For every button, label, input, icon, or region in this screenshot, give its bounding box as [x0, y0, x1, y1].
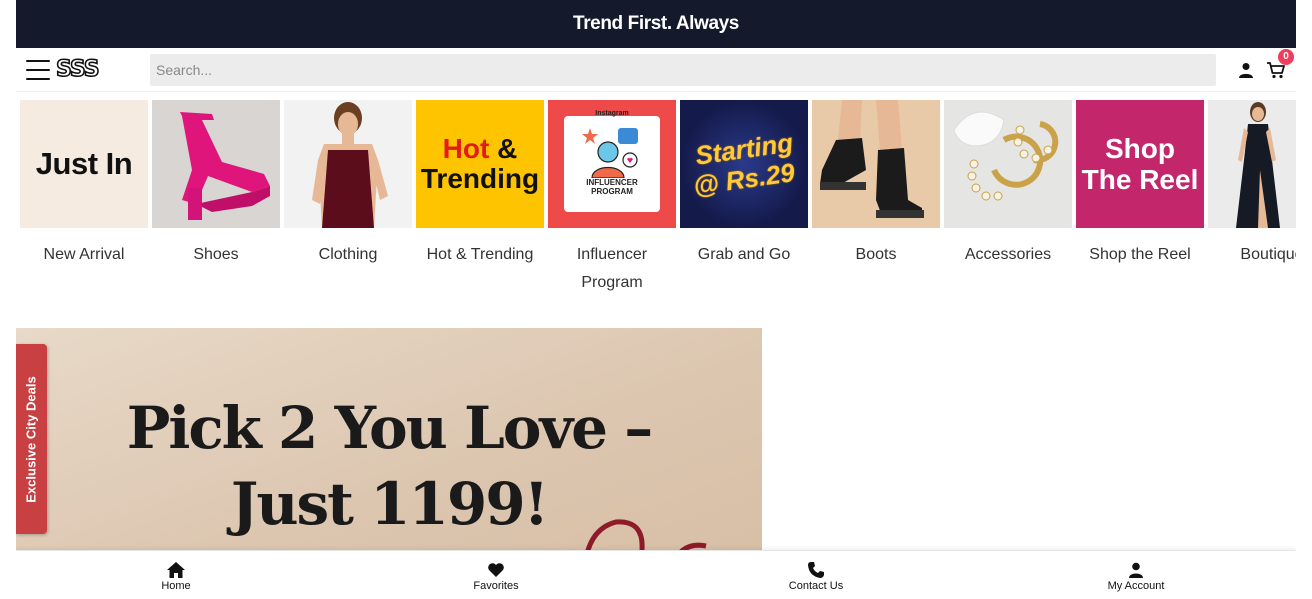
category-label: Influencer Program	[576, 246, 648, 291]
tile-text: Just In	[35, 146, 133, 181]
category-carousel: Just In New Arrival Shoes Clothing Hot &…	[20, 100, 1296, 297]
user-icon	[1129, 562, 1143, 578]
category-label: Boutique	[1240, 246, 1296, 263]
nav-contact[interactable]: Contact Us	[656, 551, 976, 599]
nav-label: Contact Us	[788, 580, 844, 592]
tile-text: Hot	[442, 133, 490, 164]
category-grab-and-go[interactable]: Starting @ Rs.29 Grab and Go	[680, 100, 808, 297]
category-accessories[interactable]: Accessories	[944, 100, 1072, 297]
influencer-card: Instagram INFLUENCER PROGRAM	[564, 110, 660, 212]
bottom-navigation: Home Favorites Contact Us My Account	[16, 550, 1296, 599]
announcement-bar: Trend First. Always	[16, 0, 1296, 48]
category-clothing[interactable]: Clothing	[284, 100, 412, 297]
category-boutique[interactable]: Boutique	[1208, 100, 1296, 297]
clothing-image	[284, 100, 412, 228]
influencer-icon	[582, 128, 638, 178]
header-icons: 0	[1238, 48, 1294, 79]
category-tile-image	[944, 100, 1072, 228]
category-tile-image	[812, 100, 940, 228]
cart-icon[interactable]: 0	[1266, 48, 1294, 79]
tile-text: PROGRAM	[591, 187, 633, 196]
category-tile-image: Shop The Reel	[1076, 100, 1204, 228]
category-label: Shop the Reel	[1089, 246, 1191, 263]
shoes-image	[152, 100, 280, 228]
menu-icon[interactable]	[26, 59, 50, 80]
announcement-text: Trend First. Always	[573, 13, 739, 34]
nav-home[interactable]: Home	[16, 551, 336, 599]
category-tile-image	[152, 100, 280, 228]
category-tile-image: Just In	[20, 100, 148, 228]
promo-banner[interactable]: Pick 2 You Love – Just 1199!	[16, 328, 762, 558]
category-influencer-program[interactable]: Instagram INFLUENCER PROGRAM Influencer …	[548, 100, 676, 297]
category-label: Grab and Go	[697, 246, 791, 263]
banner-line-2: Just 1199!	[230, 470, 549, 538]
category-new-arrival[interactable]: Just In New Arrival	[20, 100, 148, 297]
tile-text: INFLUENCER	[586, 178, 638, 187]
category-shop-the-reel[interactable]: Shop The Reel Shop the Reel	[1076, 100, 1204, 297]
accessories-image	[944, 100, 1072, 228]
tile-text: Instagram	[595, 110, 629, 117]
tile-text: Shop	[1105, 133, 1175, 164]
category-shoes[interactable]: Shoes	[152, 100, 280, 297]
category-tile-image	[1208, 100, 1296, 228]
cart-count-badge: 0	[1278, 48, 1294, 65]
phone-icon	[808, 562, 824, 578]
heart-icon	[488, 563, 504, 577]
category-label: Clothing	[318, 246, 378, 263]
account-icon[interactable]	[1238, 62, 1254, 78]
nav-label: My Account	[1107, 580, 1165, 592]
search-input[interactable]	[150, 53, 1216, 86]
category-label: Accessories	[964, 246, 1052, 263]
nav-my-account[interactable]: My Account	[976, 551, 1296, 599]
home-icon	[167, 562, 185, 578]
category-hot-trending[interactable]: Hot & Trending Hot & Trending	[416, 100, 544, 297]
category-tile-image: Hot & Trending	[416, 100, 544, 228]
logo[interactable]: SSS	[55, 56, 150, 83]
banner-headline: Pick 2 You Love – Just 1199!	[16, 390, 762, 542]
nav-label: Favorites	[473, 580, 519, 592]
page: Trend First. Always SSS 0 Just In New Ar…	[16, 0, 1296, 599]
tile-text: Trending	[420, 163, 540, 194]
tile-text: &	[497, 133, 518, 164]
category-label: Boots	[855, 246, 897, 263]
site-header: SSS 0	[16, 48, 1296, 92]
banner-line-1: Pick 2 You Love –	[126, 394, 654, 462]
boutique-image	[1208, 100, 1296, 228]
category-label: New Arrival	[43, 246, 125, 263]
nav-label: Home	[161, 580, 191, 592]
category-boots[interactable]: Boots	[812, 100, 940, 297]
category-tile-image: Starting @ Rs.29	[680, 100, 808, 228]
nav-favorites[interactable]: Favorites	[336, 551, 656, 599]
exclusive-deals-label: Exclusive City Deals	[24, 375, 39, 503]
category-tile-image	[284, 100, 412, 228]
category-label: Hot & Trending	[426, 246, 534, 263]
exclusive-deals-tab[interactable]: Exclusive City Deals	[16, 344, 47, 534]
boots-image	[812, 100, 940, 228]
tile-text: The Reel	[1081, 164, 1199, 195]
category-label: Shoes	[193, 246, 239, 263]
category-tile-image: Instagram INFLUENCER PROGRAM	[548, 100, 676, 228]
